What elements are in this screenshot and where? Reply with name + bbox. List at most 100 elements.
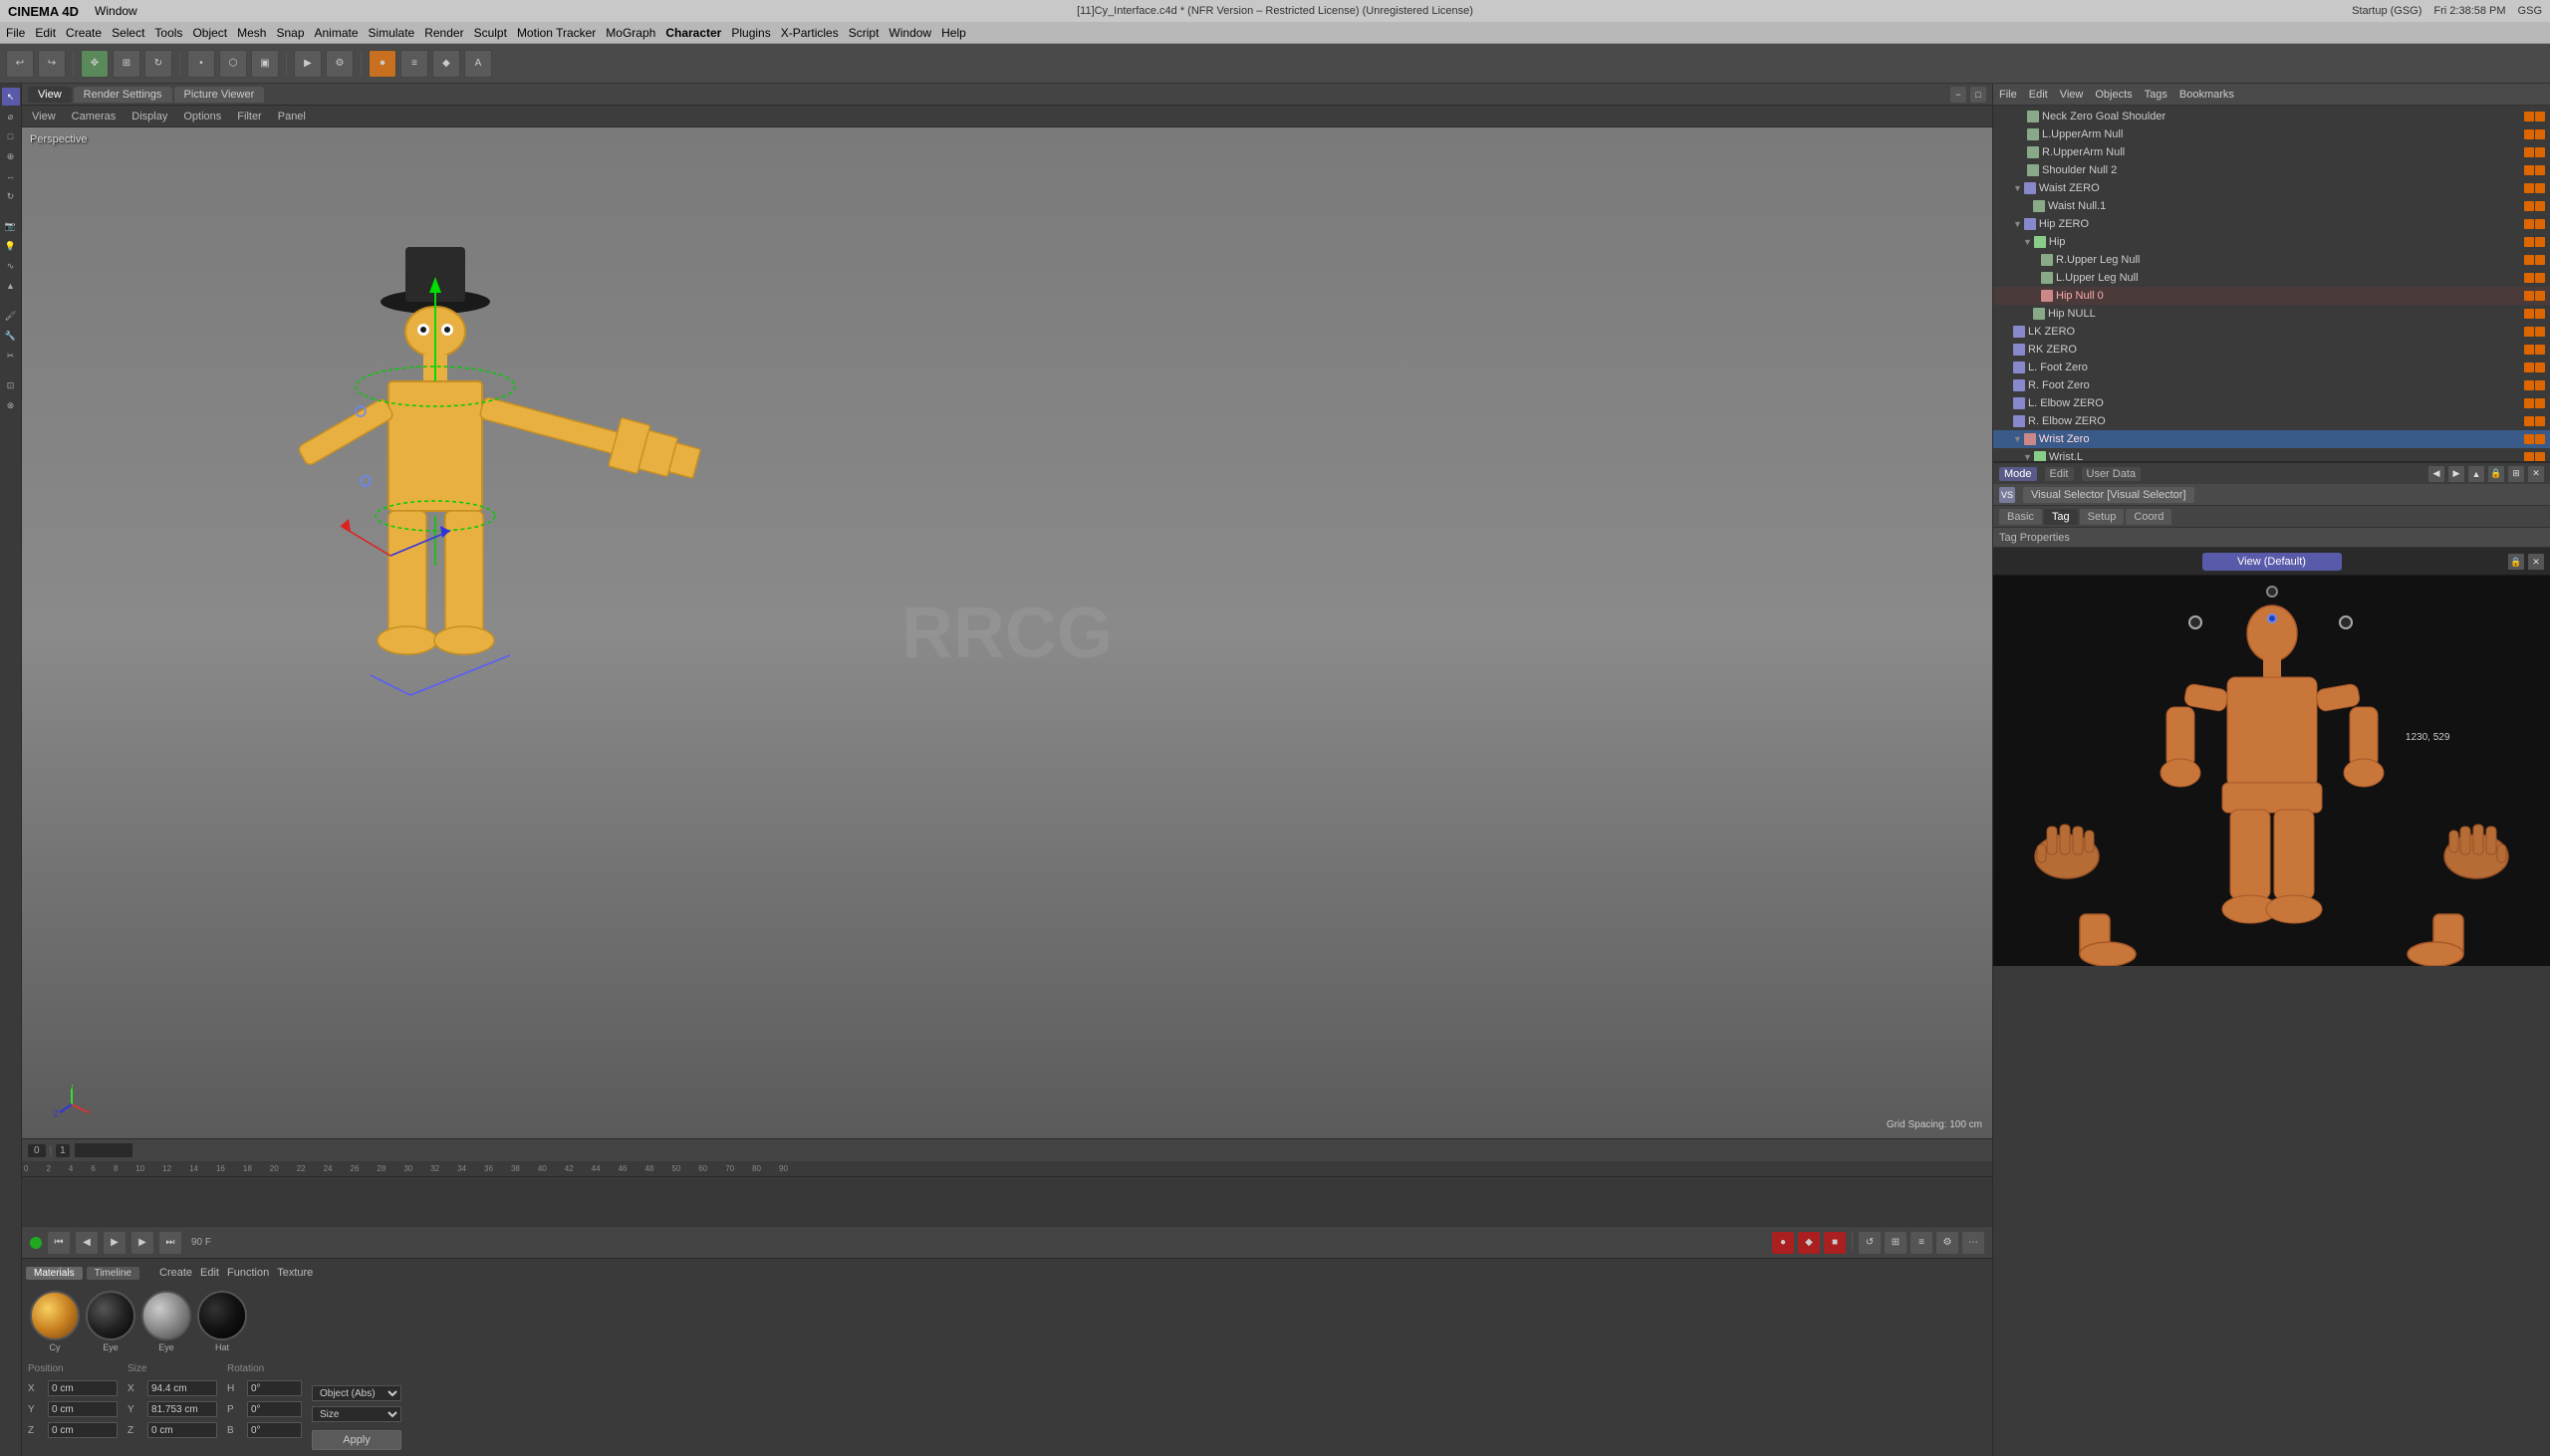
menu-select[interactable]: Select: [112, 26, 144, 40]
menu-sculpt[interactable]: Sculpt: [474, 26, 507, 40]
pos-z-input[interactable]: [48, 1422, 118, 1438]
obj-menu-bookmarks[interactable]: Bookmarks: [2179, 89, 2234, 101]
knife-tool[interactable]: ✂: [2, 347, 20, 364]
obj-neck-zero[interactable]: Neck Zero Goal Shoulder: [1993, 108, 2550, 125]
record-key3-btn[interactable]: ■: [1824, 1232, 1846, 1254]
menu-xparticles[interactable]: X-Particles: [781, 26, 839, 40]
menu-motion-tracker[interactable]: Motion Tracker: [517, 26, 596, 40]
object-tree[interactable]: Neck Zero Goal Shoulder L.UpperArm Null …: [1993, 106, 2550, 461]
obj-waist-null[interactable]: Waist Null.1: [1993, 197, 2550, 215]
obj-rk-zero[interactable]: RK ZERO: [1993, 341, 2550, 359]
record-key-btn[interactable]: ●: [1772, 1232, 1794, 1254]
tl-settings-btn[interactable]: ⚙: [1936, 1232, 1958, 1254]
vs-right-hand[interactable]: [2436, 817, 2516, 886]
loop-btn[interactable]: ↺: [1859, 1232, 1881, 1254]
rotate-tool[interactable]: ↻: [144, 50, 172, 78]
sub-filter[interactable]: Filter: [233, 111, 265, 122]
rot-z-input[interactable]: [247, 1422, 302, 1438]
menu-simulate[interactable]: Simulate: [369, 26, 415, 40]
material-hat[interactable]: Hat: [197, 1291, 247, 1352]
menu-edit[interactable]: Edit: [35, 26, 56, 40]
menu-animate[interactable]: Animate: [315, 26, 359, 40]
menu-character[interactable]: Character: [665, 26, 721, 40]
obj-menu-objects[interactable]: Objects: [2095, 89, 2132, 101]
menu-tools[interactable]: Tools: [154, 26, 182, 40]
obj-rupper-leg[interactable]: R.Upper Leg Null: [1993, 251, 2550, 269]
tab-basic[interactable]: Basic: [1999, 509, 2042, 525]
size-type-select[interactable]: Size: [312, 1406, 401, 1422]
user-data-btn[interactable]: User Data: [2082, 467, 2142, 481]
step-back-btn[interactable]: ◀: [76, 1232, 98, 1254]
obj-l-elbow[interactable]: L. Elbow ZERO: [1993, 394, 2550, 412]
edit-btn[interactable]: Edit: [2045, 467, 2074, 481]
tab-coord[interactable]: Coord: [2126, 509, 2171, 525]
scale-tool[interactable]: ⊞: [113, 50, 140, 78]
snap-tool[interactable]: ⊡: [2, 376, 20, 394]
obj-shoulder2[interactable]: Shoulder Null 2: [1993, 161, 2550, 179]
obj-r-foot-zero[interactable]: R. Foot Zero: [1993, 376, 2550, 394]
timeline-btn[interactable]: ≡: [400, 50, 428, 78]
tl-more-btn[interactable]: ⋯: [1962, 1232, 1984, 1254]
timeline-zoom[interactable]: [74, 1142, 133, 1158]
sub-display[interactable]: Display: [128, 111, 171, 122]
mode-bar-expand[interactable]: ⊞: [2508, 466, 2524, 482]
scale-tool-left[interactable]: ↔: [2, 167, 20, 185]
rect-select[interactable]: □: [2, 127, 20, 145]
menu-help[interactable]: Help: [941, 26, 966, 40]
obj-l-foot-zero[interactable]: L. Foot Zero: [1993, 359, 2550, 376]
mode-bar-up[interactable]: ▲: [2468, 466, 2484, 482]
camera-tool[interactable]: 📷: [2, 217, 20, 235]
keyframe-btn[interactable]: ◆: [432, 50, 460, 78]
tab-render-settings[interactable]: Render Settings: [74, 87, 172, 103]
menu-script[interactable]: Script: [849, 26, 880, 40]
obj-menu-edit[interactable]: Edit: [2029, 89, 2048, 101]
layout-btn[interactable]: ⊞: [1885, 1232, 1907, 1254]
undo-btn[interactable]: ↩: [6, 50, 34, 78]
play-fwd-btn[interactable]: ⏭: [159, 1232, 181, 1254]
visual-selector-canvas[interactable]: 1230, 529: [1993, 576, 2550, 966]
rot-y-input[interactable]: [247, 1401, 302, 1417]
obj-menu-file[interactable]: File: [1999, 89, 2017, 101]
object-abs-select[interactable]: Object (Abs): [312, 1385, 401, 1401]
mode-bar-left[interactable]: ◀: [2428, 466, 2444, 482]
obj-menu-tags[interactable]: Tags: [2145, 89, 2168, 101]
menu-plugins[interactable]: Plugins: [731, 26, 770, 40]
menu-render[interactable]: Render: [424, 26, 463, 40]
viewport-maximize[interactable]: □: [1970, 87, 1986, 103]
material-eye1[interactable]: Eye: [86, 1291, 135, 1352]
sub-options[interactable]: Options: [179, 111, 225, 122]
step-fwd-btn[interactable]: ▶: [131, 1232, 153, 1254]
tl-grid-btn[interactable]: ≡: [1911, 1232, 1932, 1254]
polygons-mode[interactable]: ▣: [251, 50, 279, 78]
obj-wristl[interactable]: ▼ Wrist.L: [1993, 448, 2550, 461]
obj-lupper-leg[interactable]: L.Upper Leg Null: [1993, 269, 2550, 287]
pos-x-input[interactable]: [48, 1380, 118, 1396]
mat-edit[interactable]: Edit: [200, 1267, 219, 1279]
vs-head-selection[interactable]: [2267, 613, 2277, 623]
move-tool-left[interactable]: ⊕: [2, 147, 20, 165]
obj-wrist-zero[interactable]: ▼ Wrist Zero: [1993, 430, 2550, 448]
apply-button[interactable]: Apply: [312, 1430, 401, 1450]
viewport-canvas[interactable]: RRCG Perspective: [22, 127, 1992, 1138]
pos-y-input[interactable]: [48, 1401, 118, 1417]
vs-left-foot[interactable]: [2060, 906, 2140, 966]
size-x-input[interactable]: [147, 1380, 217, 1396]
mat-function[interactable]: Function: [227, 1267, 269, 1279]
tab-tag[interactable]: Tag: [2044, 509, 2078, 525]
fps-display[interactable]: 1: [56, 1144, 70, 1157]
light-tool[interactable]: 💡: [2, 237, 20, 255]
mat-texture[interactable]: Texture: [277, 1267, 313, 1279]
mode-bar-close[interactable]: ✕: [2528, 466, 2544, 482]
rot-x-input[interactable]: [247, 1380, 302, 1396]
current-frame-display[interactable]: 0: [28, 1144, 46, 1157]
sub-panel[interactable]: Panel: [274, 111, 310, 122]
axis-tool[interactable]: ⊗: [2, 396, 20, 414]
obj-waist-zero[interactable]: ▼ Waist ZERO: [1993, 179, 2550, 197]
brush-tool[interactable]: 🖌: [2, 307, 20, 325]
mat-create[interactable]: Create: [159, 1267, 192, 1279]
tab-timeline[interactable]: Timeline: [87, 1267, 139, 1280]
spline-tool[interactable]: ∿: [2, 257, 20, 275]
mode-btn[interactable]: Mode: [1999, 467, 2037, 481]
move-tool[interactable]: ✥: [81, 50, 109, 78]
mode-bar-lock[interactable]: 🔒: [2488, 466, 2504, 482]
